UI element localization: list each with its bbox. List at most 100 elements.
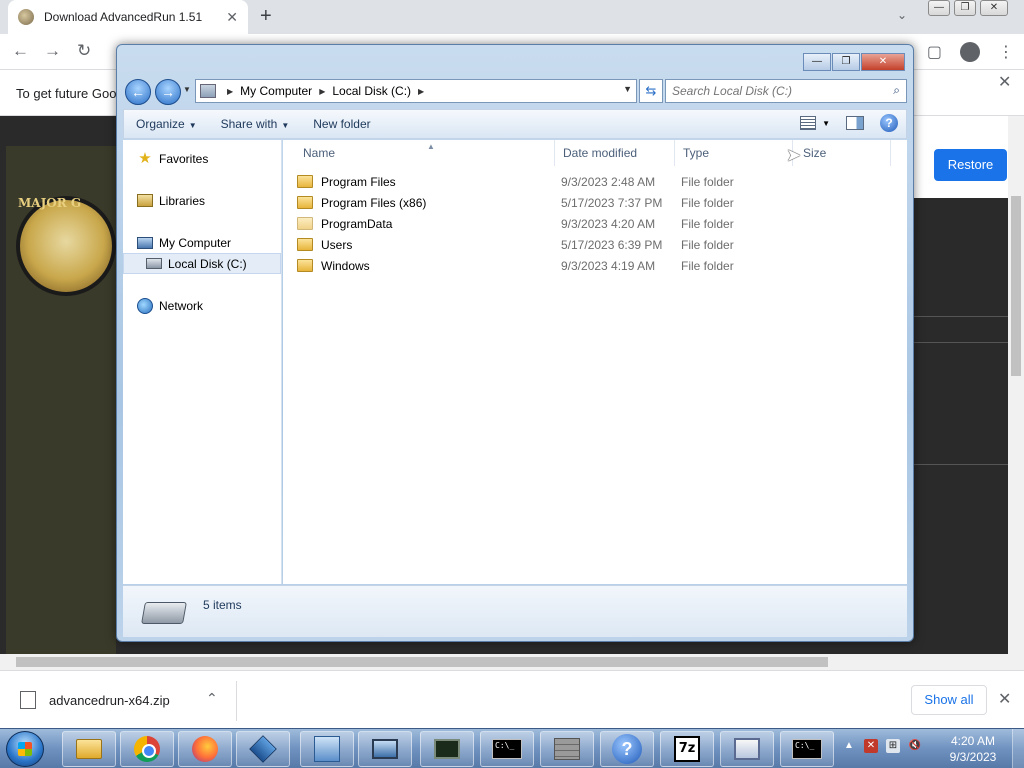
vertical-scrollbar[interactable]: [1008, 116, 1024, 654]
search-box[interactable]: ⌕: [665, 79, 907, 103]
taskbar-cmd[interactable]: C:\_: [480, 731, 534, 767]
help-icon[interactable]: ?: [880, 114, 898, 132]
chevron-up-icon[interactable]: ⌃: [206, 690, 218, 707]
maximize-button[interactable]: ❐: [832, 53, 860, 71]
nav-item-local-disk[interactable]: Local Disk (C:): [123, 253, 281, 274]
taskbar-virtualbox[interactable]: [236, 731, 290, 767]
start-button[interactable]: [6, 731, 44, 767]
breadcrumb-separator-icon[interactable]: ▶: [319, 87, 325, 96]
infobar-close-icon[interactable]: ✕: [998, 72, 1011, 92]
new-folder-button[interactable]: New folder: [301, 117, 382, 131]
taskbar-network-tool[interactable]: [300, 731, 354, 767]
taskbar-firewall[interactable]: [540, 731, 594, 767]
file-row[interactable]: Users 5/17/2023 6:39 PM File folder: [283, 235, 883, 256]
refresh-icon[interactable]: ⇆: [639, 79, 663, 103]
file-row[interactable]: Program Files 9/3/2023 2:48 AM File fold…: [283, 172, 883, 193]
reload-icon[interactable]: ↻: [77, 41, 91, 61]
volume-icon[interactable]: 🔇: [908, 739, 922, 753]
file-row[interactable]: Program Files (x86) 5/17/2023 7:37 PM Fi…: [283, 193, 883, 214]
file-date: 9/3/2023 2:48 AM: [561, 175, 656, 189]
breadcrumb-separator-icon[interactable]: ▶: [227, 87, 233, 96]
tab-close-icon[interactable]: ✕: [226, 9, 238, 26]
change-view-button[interactable]: ▼: [800, 116, 830, 130]
share-with-menu[interactable]: Share with ▼: [209, 117, 302, 131]
show-desktop-button[interactable]: [1012, 729, 1024, 768]
minimize-button[interactable]: —: [928, 0, 950, 16]
taskbar-chrome[interactable]: [120, 731, 174, 767]
action-center-icon[interactable]: ✕: [864, 739, 878, 753]
profile-avatar-icon[interactable]: [960, 42, 980, 62]
divider: [914, 464, 1009, 465]
nav-item-network[interactable]: Network: [137, 295, 295, 316]
breadcrumb-local-disk[interactable]: Local Disk (C:): [332, 84, 411, 98]
back-arrow-icon[interactable]: ←: [125, 79, 151, 105]
side-panel-icon[interactable]: ▢: [927, 42, 942, 62]
forward-arrow-icon[interactable]: →: [155, 79, 181, 105]
breadcrumb-my-computer[interactable]: My Computer: [240, 84, 312, 98]
library-icon: [137, 194, 153, 207]
taskbar-window-app[interactable]: [720, 731, 774, 767]
taskbar-terminal-green[interactable]: [420, 731, 474, 767]
column-header-date-modified[interactable]: Date modified: [555, 140, 675, 166]
download-shelf-close-icon[interactable]: ✕: [998, 689, 1011, 709]
nav-item-favorites[interactable]: ★ Favorites: [137, 148, 295, 169]
network-tray-icon[interactable]: ⊞: [886, 739, 900, 753]
taskbar-help[interactable]: ?: [600, 731, 654, 767]
tab-search-chevron-icon[interactable]: ⌄: [897, 8, 907, 22]
breadcrumb-separator-icon[interactable]: ▶: [418, 87, 424, 96]
taskbar-cmd-2[interactable]: C:\_: [780, 731, 834, 767]
taskbar-7zip[interactable]: 7z: [660, 731, 714, 767]
share-with-label: Share with: [220, 117, 278, 131]
more-menu-icon[interactable]: ⋮: [998, 42, 1014, 62]
restore-button[interactable]: Restore: [934, 149, 1007, 181]
new-tab-button[interactable]: +: [260, 5, 272, 28]
search-icon[interactable]: ⌕: [893, 83, 900, 98]
file-date: 5/17/2023 6:39 PM: [561, 238, 663, 252]
download-filename[interactable]: advancedrun-x64.zip: [49, 693, 170, 708]
close-button[interactable]: ✕: [980, 0, 1008, 16]
system-tray: ▲ ✕ ⊞ 🔇: [842, 739, 922, 753]
folder-icon: [297, 175, 313, 188]
firefox-icon: [192, 736, 218, 762]
preview-pane-icon[interactable]: [846, 116, 864, 130]
divider: [914, 342, 1009, 343]
folder-icon: [76, 739, 102, 759]
explorer-window-controls: — ❐ ✕: [803, 53, 905, 71]
navigation-pane: ★ Favorites Libraries My Computer Local …: [123, 140, 282, 584]
address-dropdown-icon[interactable]: ▼: [623, 84, 632, 94]
minimize-button[interactable]: —: [803, 53, 831, 71]
file-row[interactable]: Windows 9/3/2023 4:19 AM File folder: [283, 256, 883, 277]
network-tool-icon: [314, 736, 340, 762]
nav-item-my-computer[interactable]: My Computer: [137, 232, 295, 253]
organize-menu[interactable]: Organize ▼: [124, 117, 209, 131]
column-header-type[interactable]: Type: [675, 140, 793, 166]
column-header-name[interactable]: Name ▲: [295, 140, 555, 166]
address-bar[interactable]: ▶ My Computer ▶ Local Disk (C:) ▶ ▼: [195, 79, 637, 103]
search-input[interactable]: [672, 81, 882, 101]
forward-arrow-icon[interactable]: →: [44, 41, 61, 61]
file-row[interactable]: ProgramData 9/3/2023 4:20 AM File folder: [283, 214, 883, 235]
comic-logo-image: [16, 196, 116, 296]
scroll-thumb[interactable]: [1011, 196, 1021, 376]
column-header-size[interactable]: Size: [793, 140, 891, 166]
recent-pages-dropdown-icon[interactable]: ▼: [183, 85, 191, 94]
show-all-button[interactable]: Show all: [911, 685, 987, 715]
taskbar-monitor[interactable]: [358, 731, 412, 767]
toolbar-actions: ▢ ⋮: [927, 42, 1014, 62]
scroll-thumb[interactable]: [16, 657, 828, 667]
system-clock[interactable]: 4:20 AM 9/3/2023: [940, 733, 1006, 765]
command-bar: Organize ▼ Share with ▼ New folder ▼ ?: [123, 109, 907, 139]
nav-item-libraries[interactable]: Libraries: [137, 190, 295, 211]
taskbar-explorer[interactable]: [62, 731, 116, 767]
show-hidden-icons-icon[interactable]: ▲: [842, 739, 856, 753]
nav-item-label: Libraries: [159, 193, 206, 208]
divider: [914, 316, 1009, 317]
close-button[interactable]: ✕: [861, 53, 905, 71]
back-arrow-icon[interactable]: ←: [12, 41, 29, 61]
file-name: Users: [321, 238, 353, 252]
horizontal-scrollbar[interactable]: [0, 654, 1024, 670]
taskbar-firefox[interactable]: [178, 731, 232, 767]
maximize-button[interactable]: ❐: [954, 0, 976, 16]
drive-icon: [146, 258, 162, 269]
browser-tab[interactable]: Download AdvancedRun 1.51 ✕: [8, 0, 248, 34]
